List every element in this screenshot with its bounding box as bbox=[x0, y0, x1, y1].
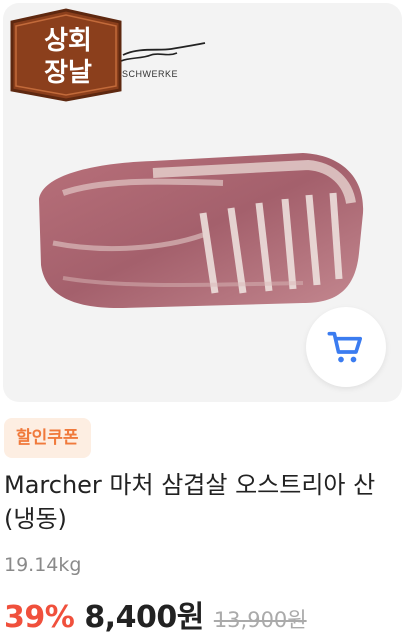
coupon-badge: 할인쿠폰 bbox=[4, 418, 91, 458]
badge-line1: 상회 bbox=[44, 26, 92, 56]
product-card[interactable]: SCHWERKE 상회 장날 할인쿠폰 Marcher 마처 삼겹살 오스트리아… bbox=[0, 0, 404, 644]
product-title[interactable]: Marcher 마처 삼겹살 오스트리아 산 (냉동) bbox=[4, 468, 400, 536]
cart-icon bbox=[327, 331, 362, 363]
price-row: 39% 8,400원 13,900원 bbox=[4, 592, 307, 636]
discount-rate: 39% bbox=[4, 600, 75, 635]
brand-subtitle: SCHWERKE bbox=[122, 69, 179, 79]
product-weight: 19.14kg bbox=[4, 554, 82, 576]
sale-price: 8,400원 bbox=[84, 600, 204, 635]
badge-line2: 장날 bbox=[44, 58, 92, 88]
add-to-cart-button[interactable] bbox=[306, 307, 386, 387]
original-price: 13,900원 bbox=[213, 608, 307, 632]
store-badge: 상회 장날 bbox=[6, 6, 126, 102]
